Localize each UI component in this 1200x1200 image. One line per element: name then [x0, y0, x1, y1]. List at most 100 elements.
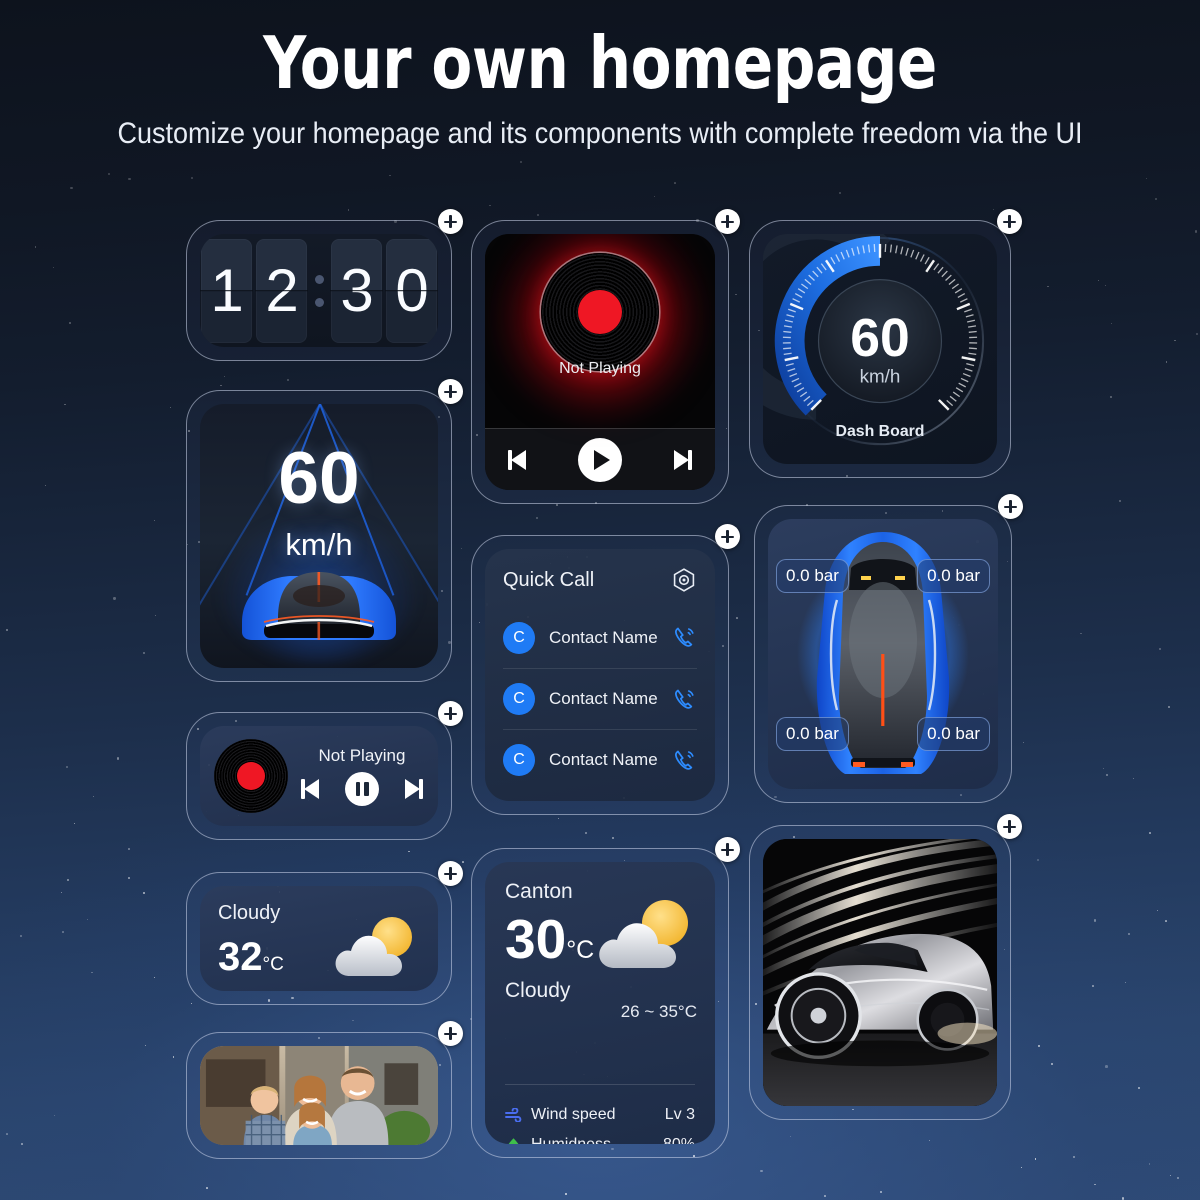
quick-call-title: Quick Call	[503, 568, 595, 591]
temperature-unit: °C	[262, 954, 284, 975]
widget-speed-hud[interactable]: 60 km/h	[186, 379, 463, 682]
play-icon[interactable]	[577, 437, 622, 482]
avatar: C	[503, 744, 535, 776]
vinyl-record-icon	[214, 739, 288, 813]
gauge-svg: 60 km/h Dash Board	[763, 234, 985, 446]
gauge-label: Dash Board	[835, 423, 924, 440]
widget-photo[interactable]	[186, 1021, 463, 1159]
digit-value: 2	[265, 256, 298, 324]
digit-value: 1	[210, 256, 243, 324]
hero-car-frame	[763, 839, 997, 1106]
family-photo-image	[200, 1046, 438, 1145]
contact-row[interactable]: C Contact Name	[503, 729, 697, 790]
add-widget-button-weather-small[interactable]	[438, 861, 463, 886]
tire-pressure-front-right: 0.0 bar	[917, 559, 990, 593]
car-rear-icon	[242, 572, 396, 640]
music-controls	[485, 428, 715, 490]
photo-frame	[200, 1046, 438, 1145]
detail-label: Humidness	[531, 1136, 663, 1144]
humidity-drop-icon	[508, 1138, 519, 1144]
detail-value: 80%	[663, 1136, 695, 1144]
avatar: C	[503, 621, 535, 654]
page-root: Your own homepage Customize your homepag…	[0, 0, 1200, 1200]
sun-behind-cloud-icon	[599, 900, 688, 968]
widget-music-player[interactable]: Not Playing	[471, 209, 740, 504]
widget-tire-pressure[interactable]: 0.0 bar 0.0 bar 0.0 bar 0.0 bar	[754, 494, 1023, 803]
album-art: Not Playing	[485, 234, 715, 428]
add-widget-button-weather-large[interactable]	[715, 837, 740, 862]
sun-behind-cloud-icon	[335, 917, 412, 976]
tire-pressure-rear-right: 0.0 bar	[917, 717, 990, 751]
widget-weather-small[interactable]: Cloudy 32°C	[186, 861, 463, 1005]
next-track-icon[interactable]	[398, 777, 424, 801]
temperature-unit: °C	[566, 936, 595, 964]
mini-music-body: Not Playing	[300, 746, 424, 806]
contact-name: Contact Name	[549, 627, 658, 647]
contact-row[interactable]: C Contact Name	[503, 668, 697, 729]
add-widget-button-dashboard[interactable]	[997, 209, 1022, 234]
widget-hero-car[interactable]	[749, 814, 1022, 1120]
tire-pressure-front-left: 0.0 bar	[776, 559, 849, 593]
digit-value: 3	[340, 256, 373, 324]
page-title: Your own homepage	[263, 21, 937, 105]
add-widget-button-hero[interactable]	[997, 814, 1022, 839]
avatar: C	[503, 683, 535, 715]
weather-small-face: Cloudy 32°C	[200, 886, 438, 991]
add-widget-button-clock[interactable]	[438, 209, 463, 234]
widget-weather-large[interactable]: Canton 30°C Cloudy 26 ~ 35°C Wind speed …	[471, 837, 740, 1158]
temperature-value: 30	[505, 908, 567, 970]
contact-name: Contact Name	[549, 750, 658, 769]
widget-dashboard[interactable]: 60 km/h Dash Board	[749, 209, 1022, 478]
tire-pressure-face: 0.0 bar 0.0 bar 0.0 bar 0.0 bar	[768, 519, 998, 789]
divider	[505, 1084, 695, 1085]
wind-icon	[505, 1108, 522, 1122]
weather-condition: Cloudy	[505, 979, 571, 1002]
hexagon-settings-icon[interactable]	[671, 567, 697, 593]
vinyl-record-icon	[541, 252, 659, 371]
quick-call-header: Quick Call	[503, 567, 697, 593]
add-widget-button-music-large[interactable]	[715, 209, 740, 234]
clock-digit-minute-ones: 0	[386, 238, 437, 343]
sports-car-image	[763, 839, 997, 1106]
pause-icon[interactable]	[345, 772, 379, 806]
gauge-value: 60	[850, 309, 910, 368]
clock-digit-hour-tens: 1	[201, 238, 252, 343]
widget-quick-call[interactable]: Quick Call C Contact Name C Contact Name…	[471, 524, 740, 815]
next-track-icon[interactable]	[667, 448, 693, 472]
dashboard-face: 60 km/h Dash Board	[763, 234, 997, 464]
widget-mini-music-player[interactable]: Not Playing	[186, 701, 463, 840]
add-widget-button-speed[interactable]	[438, 379, 463, 404]
detail-label: Wind speed	[531, 1106, 616, 1123]
previous-track-icon[interactable]	[300, 777, 326, 801]
weather-range: 26 ~ 35°C	[620, 1002, 697, 1021]
mini-music-face: Not Playing	[200, 726, 438, 826]
clock-colon	[311, 239, 327, 343]
header: Your own homepage Customize your homepag…	[0, 0, 1200, 156]
weather-detail-row: Wind speed Lv 3	[505, 1100, 695, 1130]
speed-hud-face: 60 km/h	[200, 404, 438, 668]
add-widget-button-photo[interactable]	[438, 1021, 463, 1046]
add-widget-button-quick-call[interactable]	[715, 524, 740, 549]
clock-face: 1 2 3 0	[200, 234, 438, 347]
contact-row[interactable]: C Contact Name	[503, 607, 697, 668]
music-status: Not Playing	[559, 360, 641, 377]
tire-pressure-rear-left: 0.0 bar	[776, 717, 849, 751]
weather-details: Wind speed Lv 3 Humidness 80%	[505, 1100, 695, 1144]
gauge-unit: km/h	[860, 366, 901, 387]
call-icon[interactable]	[672, 748, 697, 773]
contact-name: Contact Name	[549, 689, 658, 708]
clock-digit-minute-tens: 3	[331, 238, 382, 343]
music-status: Not Playing	[318, 746, 406, 765]
digit-value: 0	[395, 256, 428, 324]
call-icon[interactable]	[672, 687, 697, 712]
weather-detail-row: Humidness 80%	[505, 1130, 695, 1144]
add-widget-button-tire[interactable]	[998, 494, 1023, 519]
add-widget-button-music-small[interactable]	[438, 701, 463, 726]
speed-value: 60	[278, 438, 360, 519]
previous-track-icon[interactable]	[507, 448, 533, 472]
detail-value: Lv 3	[664, 1106, 695, 1123]
weather-large-face: Canton 30°C Cloudy 26 ~ 35°C Wind speed …	[485, 862, 715, 1144]
call-icon[interactable]	[672, 625, 697, 650]
widget-clock[interactable]: 1 2 3 0	[186, 209, 463, 361]
music-player-face: Not Playing	[485, 234, 715, 490]
